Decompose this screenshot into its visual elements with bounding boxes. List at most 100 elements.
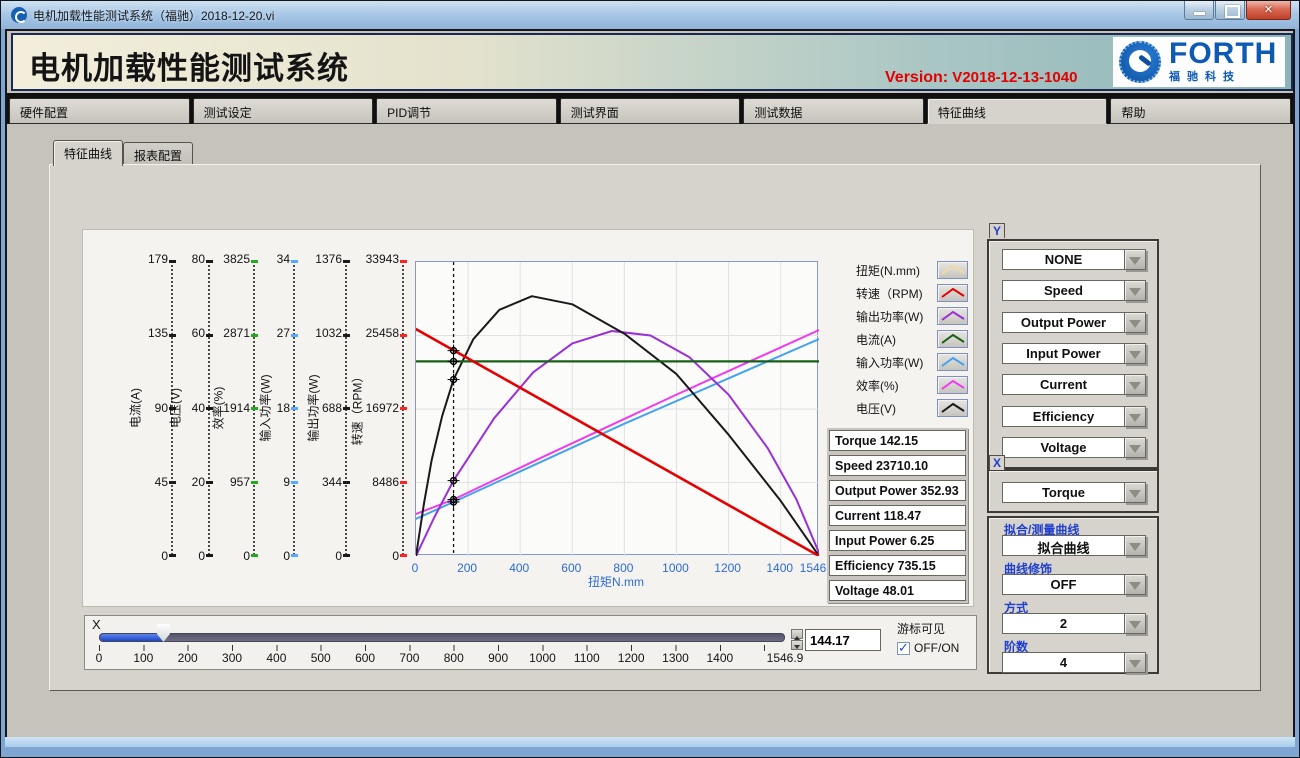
y-axis-name-6: 转速（RPM） — [349, 371, 366, 446]
y-axis-name-2: 电压(V) — [167, 388, 184, 428]
slider-tick-label: 700 — [399, 651, 419, 665]
forth-logo: FORTH 福驰科技 — [1113, 37, 1285, 87]
slider-tick-label: 0 — [96, 651, 103, 665]
x-axis-title: 扭矩N.mm — [588, 573, 644, 590]
y-channel-select-4-value: Input Power — [1002, 343, 1125, 364]
main-tab-4[interactable]: 测试界面 — [560, 98, 741, 124]
y-channel-select-2-value: Speed — [1002, 280, 1125, 301]
logo-name: FORTH — [1169, 40, 1277, 68]
main-tab-5[interactable]: 测试数据 — [743, 98, 924, 124]
fit-option-select-1[interactable]: 拟合曲线 — [1002, 535, 1146, 556]
y-channel-select-3[interactable]: Output Power — [1002, 312, 1146, 333]
slider-tick-label: 800 — [444, 651, 464, 665]
fit-option-select-3[interactable]: 2 — [1002, 613, 1146, 634]
y-channel-select-7[interactable]: Voltage — [1002, 437, 1146, 458]
y-channel-select-4[interactable]: Input Power — [1002, 343, 1146, 364]
maximize-button[interactable] — [1215, 1, 1245, 20]
chevron-down-icon[interactable] — [1124, 482, 1146, 503]
chevron-down-icon[interactable] — [1124, 406, 1146, 427]
legend-swatch-button[interactable] — [937, 284, 968, 302]
slider-spinner[interactable] — [791, 629, 803, 651]
chart-plot-area[interactable] — [415, 261, 818, 555]
x-channel-select[interactable]: Torque — [1002, 482, 1146, 503]
legend-swatch-button[interactable] — [937, 261, 968, 279]
fit-option-select-4[interactable]: 4 — [1002, 652, 1146, 673]
y-channel-select-6[interactable]: Efficiency — [1002, 406, 1146, 427]
spinner-down-icon[interactable] — [791, 640, 803, 650]
slider-tick-label: 1100 — [574, 651, 600, 665]
y-axis-tick-label: 1032 — [298, 327, 342, 340]
y-axis-tick-label: 27 — [246, 327, 290, 340]
slider-tick-label: 200 — [178, 651, 198, 665]
slider-value-input[interactable]: 144.17 — [805, 629, 881, 651]
sub-tab-1[interactable]: 特征曲线 — [53, 140, 123, 166]
header-banner: 电机加载性能测试系统 Version: V2018-12-13-1040 FOR… — [11, 33, 1293, 91]
fit-option-select-1-value: 拟合曲线 — [1002, 535, 1125, 556]
legend-swatch-button[interactable] — [937, 307, 968, 325]
slider-track[interactable] — [99, 633, 785, 642]
legend-swatch-button[interactable] — [937, 330, 968, 348]
spinner-up-icon[interactable] — [791, 629, 803, 639]
fit-option-select-2[interactable]: OFF — [1002, 574, 1146, 595]
y-channel-select-2[interactable]: Speed — [1002, 280, 1146, 301]
y-channel-select-1[interactable]: NONE — [1002, 249, 1146, 270]
legend-row: 效率(%) — [856, 375, 968, 395]
cursor-readout-6: Efficiency 735.15 — [829, 555, 966, 576]
x-channel-select-value: Torque — [1002, 482, 1125, 503]
close-button[interactable] — [1246, 1, 1291, 20]
cursor-readout-2: Speed 23710.10 — [829, 455, 966, 476]
chevron-down-icon[interactable] — [1124, 374, 1146, 395]
chevron-down-icon[interactable] — [1124, 652, 1146, 673]
slider-tick-label: 900 — [488, 651, 508, 665]
legend-swatch-button[interactable] — [937, 353, 968, 371]
y-axis-tickstrip-5 — [345, 261, 347, 555]
chevron-down-icon[interactable] — [1124, 574, 1146, 595]
chevron-down-icon[interactable] — [1124, 437, 1146, 458]
chevron-down-icon[interactable] — [1124, 312, 1146, 333]
x-axis-tick-label: 200 — [457, 561, 477, 575]
fit-settings-frame: 拟合/测量曲线拟合曲线曲线修饰OFF方式2阶数4 — [987, 516, 1159, 674]
chevron-down-icon[interactable] — [1124, 249, 1146, 270]
x-axis-tick-label: 1000 — [662, 561, 689, 575]
chevron-down-icon[interactable] — [1124, 535, 1146, 556]
x-selector-frame: Torque — [987, 469, 1159, 513]
slider-tick-label: 1000 — [529, 651, 556, 665]
legend-swatch-button[interactable] — [937, 399, 968, 417]
chevron-down-icon[interactable] — [1124, 613, 1146, 634]
y-channel-select-1-value: NONE — [1002, 249, 1125, 270]
series-input_power — [416, 339, 819, 519]
chevron-down-icon[interactable] — [1124, 280, 1146, 301]
main-tab-6[interactable]: 特征曲线 — [927, 98, 1108, 124]
chevron-down-icon[interactable] — [1124, 343, 1146, 364]
y-axis-name-3: 效率(%) — [210, 387, 227, 430]
y-axis-name-5: 输出功率(W) — [305, 374, 322, 441]
x-frame-label: X — [989, 455, 1005, 470]
minimize-button[interactable] — [1184, 1, 1214, 20]
main-tab-2[interactable]: 测试设定 — [193, 98, 374, 124]
legend-row: 输入功率(W) — [856, 352, 968, 372]
slider-tick-label: 500 — [311, 651, 331, 665]
main-tab-7[interactable]: 帮助 — [1110, 98, 1291, 124]
sub-tab-2[interactable]: 报表配置 — [123, 142, 193, 166]
legend-row: 输出功率(W) — [856, 306, 968, 326]
main-tab-3[interactable]: PID调节 — [376, 98, 557, 124]
cursor-readout-1: Torque 142.15 — [829, 430, 966, 451]
cursor-readout-3: Output Power 352.93 — [829, 480, 966, 501]
legend-label: 扭矩(N.mm) — [856, 262, 920, 279]
cursor-visible-checkbox[interactable] — [897, 642, 910, 655]
x-axis-tick-label: 400 — [509, 561, 529, 575]
slider-tick-label: 1300 — [662, 651, 689, 665]
version-text: Version: V2018-12-13-1040 — [885, 69, 1077, 87]
y-axis-tick-label: 60 — [161, 327, 205, 340]
cursor-visible-label: 游标可见 — [897, 620, 945, 637]
logo-subtitle: 福驰科技 — [1169, 68, 1277, 84]
y-frame-label: Y — [989, 223, 1005, 238]
y-axis-tick-label: 8486 — [355, 476, 399, 489]
y-channel-select-5[interactable]: Current — [1002, 374, 1146, 395]
y-axis-tick-label: 34 — [246, 253, 290, 266]
main-tabbar: 硬件配置测试设定PID调节测试界面测试数据特征曲线帮助 — [7, 97, 1293, 124]
legend-swatch-button[interactable] — [937, 376, 968, 394]
y-channel-select-3-value: Output Power — [1002, 312, 1125, 333]
main-tab-1[interactable]: 硬件配置 — [9, 98, 190, 124]
fit-option-select-3-value: 2 — [1002, 613, 1125, 634]
